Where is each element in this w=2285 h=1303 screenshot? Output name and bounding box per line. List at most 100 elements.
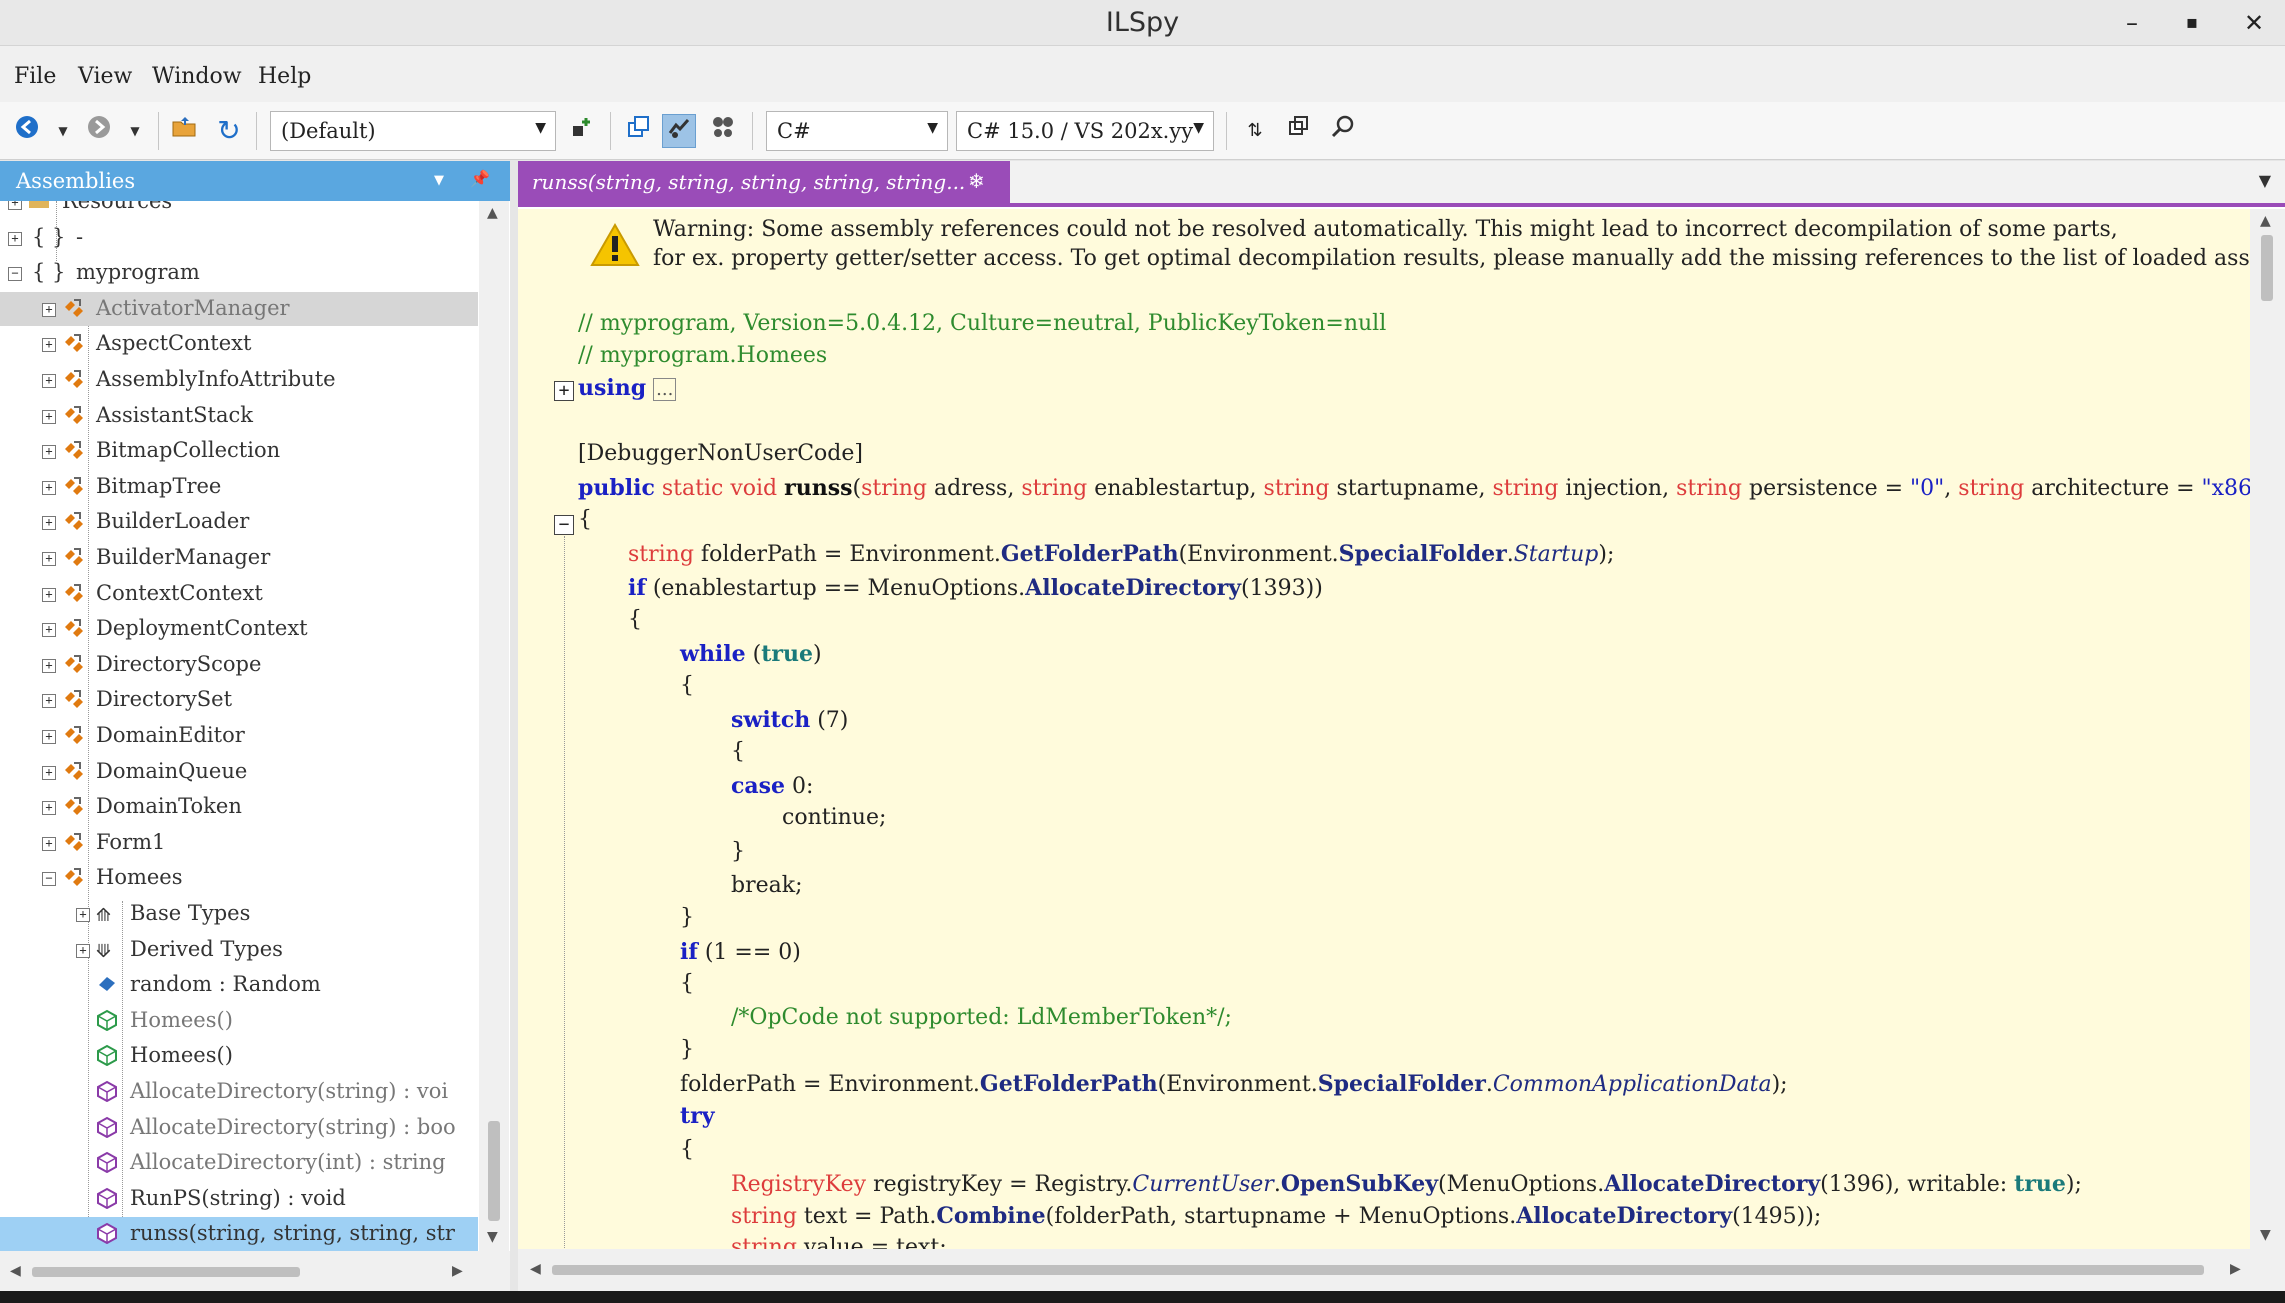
expand-node-icon[interactable]: + xyxy=(76,943,90,958)
expand-node-icon[interactable]: + xyxy=(42,801,56,816)
scroll-up-icon[interactable]: ▲ xyxy=(487,205,498,221)
tree-item[interactable]: + AssistantStack xyxy=(0,399,478,433)
tree-horizontal-scrollbar[interactable]: ◀ ▶ xyxy=(0,1251,510,1291)
profile-select[interactable]: (Default) ▼ xyxy=(270,111,556,151)
back-icon[interactable] xyxy=(10,114,44,148)
scroll-left-icon[interactable]: ◀ xyxy=(530,1261,541,1277)
minimize-button[interactable]: – xyxy=(2112,6,2152,40)
search-icon[interactable] xyxy=(1326,114,1360,148)
expand-node-icon[interactable]: + xyxy=(42,516,56,531)
tree-item[interactable]: + DomainEditor xyxy=(0,719,478,753)
expand-node-icon[interactable]: + xyxy=(42,836,56,851)
tree-item[interactable]: − Homees xyxy=(0,861,478,895)
tree-item[interactable]: AllocateDirectory(int) : string xyxy=(0,1146,478,1180)
close-button[interactable]: ✕ xyxy=(2234,6,2274,40)
menu-view[interactable]: View xyxy=(78,64,132,89)
tree-item[interactable]: + BuilderManager xyxy=(0,541,478,575)
open-folder-icon[interactable] xyxy=(168,114,202,148)
tree-hscroll-thumb[interactable] xyxy=(32,1267,300,1277)
scroll-left-icon[interactable]: ◀ xyxy=(10,1263,21,1279)
expand-node-icon[interactable]: + xyxy=(8,231,22,246)
tree-item[interactable]: RunPS(string) : void xyxy=(0,1182,478,1216)
tree-item[interactable]: + DomainToken xyxy=(0,790,478,824)
expand-node-icon[interactable]: + xyxy=(42,730,56,744)
maximize-button[interactable]: ▪ xyxy=(2172,6,2212,40)
back-dropdown-icon[interactable]: ▼ xyxy=(46,114,80,148)
reload-icon[interactable]: ↻ xyxy=(212,114,246,148)
expand-node-icon[interactable]: + xyxy=(42,587,56,602)
tree-vertical-scrollbar[interactable]: ▲ ▼ xyxy=(479,201,509,1251)
expand-using-icon[interactable]: + xyxy=(554,381,574,401)
tree-item[interactable]: + { } - xyxy=(0,221,478,255)
code-vertical-scrollbar[interactable]: ▲ ▼ xyxy=(2250,209,2285,1249)
code-horizontal-scrollbar[interactable]: ◀ ▶ xyxy=(518,1249,2285,1291)
tree-item[interactable]: Homees() xyxy=(0,1039,478,1073)
tab-runss[interactable]: runss(string, string, string, string, st… xyxy=(518,161,1010,203)
expand-node-icon[interactable]: + xyxy=(8,201,22,210)
scroll-right-icon[interactable]: ▶ xyxy=(2230,1261,2241,1277)
panel-splitter[interactable] xyxy=(510,161,518,1291)
collapse-node-icon[interactable]: − xyxy=(42,872,56,887)
collapse-method-icon[interactable]: − xyxy=(554,515,574,535)
expand-node-icon[interactable]: + xyxy=(76,908,90,922)
tree-item[interactable]: + ⟱ Derived Types xyxy=(0,933,478,967)
expand-node-icon[interactable]: + xyxy=(42,374,56,388)
show-api-only-icon[interactable] xyxy=(662,114,696,148)
tree-item[interactable]: + ActivatorManager xyxy=(0,291,478,326)
scroll-right-icon[interactable]: ▶ xyxy=(452,1263,463,1279)
tree-item[interactable]: + ContextContext xyxy=(0,577,478,611)
forward-dropdown-icon[interactable]: ▼ xyxy=(118,114,152,148)
tree-item[interactable]: + Form1 xyxy=(0,826,478,860)
menu-file[interactable]: File xyxy=(14,64,56,89)
expand-node-icon[interactable]: + xyxy=(42,623,56,638)
tree-scroll-thumb[interactable] xyxy=(488,1121,500,1221)
expand-node-icon[interactable]: + xyxy=(42,694,56,709)
show-all-icon[interactable] xyxy=(706,114,740,148)
tree-item[interactable]: + DomainQueue xyxy=(0,755,478,789)
tab-pin-icon[interactable]: ❄ xyxy=(968,169,985,193)
tree-item[interactable]: + DeploymentContext xyxy=(0,612,478,646)
expand-node-icon[interactable]: + xyxy=(42,552,56,566)
expand-node-icon[interactable]: + xyxy=(42,338,56,353)
tree-item[interactable]: + ⟰ Base Types xyxy=(0,897,478,931)
collapse-all-icon[interactable] xyxy=(622,114,656,148)
menu-help[interactable]: Help xyxy=(258,64,311,89)
tree-item[interactable]: runss(string, string, string, str xyxy=(0,1217,478,1251)
language-version-select[interactable]: C# 15.0 / VS 202x.yy ▼ xyxy=(956,111,1214,151)
tab-list-dropdown-icon[interactable]: ▼ xyxy=(2259,171,2271,190)
tree-item[interactable]: Homees() xyxy=(0,1004,478,1038)
pin-icon[interactable]: 📌 xyxy=(470,169,490,188)
tree-item[interactable]: AllocateDirectory(string) : voi xyxy=(0,1075,478,1109)
expand-node-icon[interactable]: + xyxy=(42,445,56,460)
code-scroll-thumb[interactable] xyxy=(2261,235,2273,301)
expand-node-icon[interactable]: + xyxy=(42,658,56,673)
tree-item[interactable]: AllocateDirectory(string) : boo xyxy=(0,1111,478,1145)
tree-item[interactable]: + BitmapTree xyxy=(0,470,478,504)
expand-node-icon[interactable]: + xyxy=(42,765,56,780)
language-select[interactable]: C# ▼ xyxy=(766,111,948,151)
expand-node-icon[interactable]: + xyxy=(42,302,56,317)
scroll-down-icon[interactable]: ▼ xyxy=(487,1229,498,1245)
tree-item[interactable]: + Resources xyxy=(0,201,478,219)
tree-item[interactable]: + DirectoryScope xyxy=(0,648,478,682)
tree-item[interactable]: + DirectorySet xyxy=(0,683,478,717)
forward-icon[interactable] xyxy=(82,114,116,148)
manage-assembly-list-icon[interactable] xyxy=(566,114,600,148)
scroll-down-icon[interactable]: ▼ xyxy=(2260,1227,2271,1243)
tree-item[interactable]: + AspectContext xyxy=(0,327,478,361)
sort-icon[interactable]: ⇅ xyxy=(1238,114,1272,148)
panel-menu-icon[interactable]: ▼ xyxy=(434,173,444,188)
tree-item[interactable]: + BitmapCollection xyxy=(0,434,478,468)
expand-node-icon[interactable]: + xyxy=(42,480,56,495)
scroll-up-icon[interactable]: ▲ xyxy=(2260,213,2271,229)
menu-window[interactable]: Window xyxy=(152,64,242,89)
collapse-node-icon[interactable]: − xyxy=(8,267,22,282)
expand-node-icon[interactable]: + xyxy=(42,409,56,424)
tree-item[interactable]: −{ } myprogram xyxy=(0,256,478,290)
code-view[interactable]: Warning: Some assembly references could … xyxy=(518,209,2250,1249)
tree-item[interactable]: + AssemblyInfoAttribute xyxy=(0,363,478,397)
windows-icon[interactable] xyxy=(1282,114,1316,148)
code-hscroll-thumb[interactable] xyxy=(552,1265,2204,1275)
tree-item[interactable]: + BuilderLoader xyxy=(0,505,478,539)
tree-item[interactable]: random : Random xyxy=(0,968,478,1002)
